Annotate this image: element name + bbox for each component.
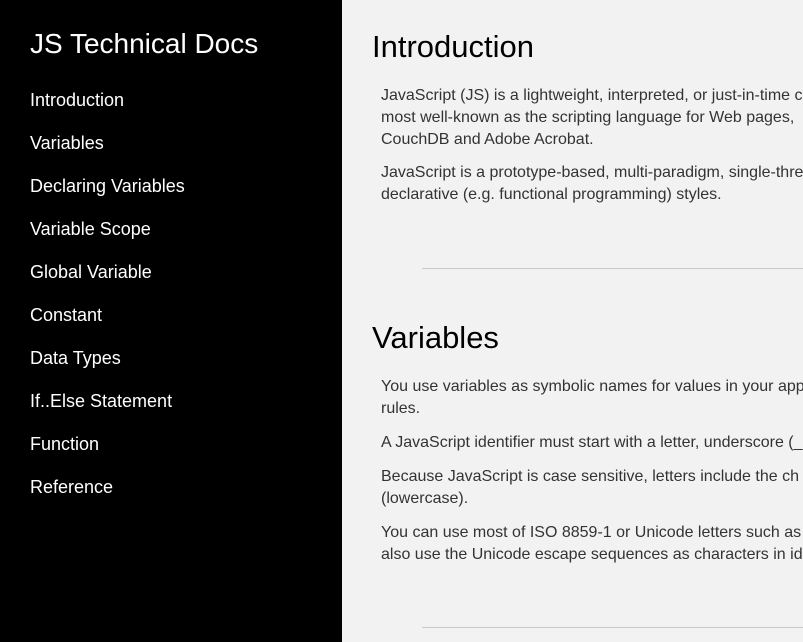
nav-link-function[interactable]: Function — [30, 432, 185, 475]
paragraph-line: JavaScript (JS) is a lightweight, interp… — [381, 87, 803, 104]
paragraph-line: Because JavaScript is case sensitive, le… — [381, 468, 799, 485]
section-paragraph: You use variables as symbolic names for … — [381, 376, 803, 420]
nav-link-introduction[interactable]: Introduction — [30, 88, 185, 131]
paragraph-line: JavaScript is a prototype-based, multi-p… — [381, 164, 803, 181]
section-paragraph: JavaScript (JS) is a lightweight, interp… — [381, 85, 803, 151]
nav-link-reference[interactable]: Reference — [30, 475, 185, 518]
nav-link-if-else-statement[interactable]: If..Else Statement — [30, 389, 185, 432]
paragraph-line: A JavaScript identifier must start with … — [381, 434, 803, 451]
paragraph-line: You can use most of ISO 8859-1 or Unicod… — [381, 524, 802, 541]
section-title: Introduction — [372, 29, 534, 64]
nav-link-data-types[interactable]: Data Types — [30, 346, 185, 389]
section-divider — [422, 627, 803, 628]
nav-link-constant[interactable]: Constant — [30, 303, 185, 346]
nav-link-declaring-variables[interactable]: Declaring Variables — [30, 174, 185, 217]
section-variables: Variables You use variables as symbolic … — [372, 320, 803, 563]
paragraph-line: also use the Unicode escape sequences as… — [381, 546, 803, 563]
nav-title: JS Technical Docs — [30, 28, 259, 59]
section-introduction: Introduction JavaScript (JS) is a lightw… — [372, 29, 803, 203]
main-doc: Introduction JavaScript (JS) is a lightw… — [342, 0, 803, 642]
nav-list: Introduction Variables Declaring Variabl… — [30, 88, 185, 518]
nav-link-global-variable[interactable]: Global Variable — [30, 260, 185, 303]
paragraph-line: rules. — [381, 400, 421, 417]
section-paragraph: Because JavaScript is case sensitive, le… — [381, 466, 803, 510]
paragraph-line: CouchDB and Adobe Acrobat. — [381, 131, 594, 148]
sidebar-navbar: JS Technical Docs Introduction Variables… — [0, 0, 342, 642]
section-paragraph: You can use most of ISO 8859-1 or Unicod… — [381, 522, 803, 566]
paragraph-line: most well-known as the scripting languag… — [381, 109, 795, 126]
paragraph-line: declarative (e.g. functional programming… — [381, 186, 722, 203]
section-paragraph: A JavaScript identifier must start with … — [381, 432, 803, 454]
section-title: Variables — [372, 320, 499, 355]
nav-link-variables[interactable]: Variables — [30, 131, 185, 174]
section-paragraph: JavaScript is a prototype-based, multi-p… — [381, 162, 803, 206]
paragraph-line: (lowercase). — [381, 490, 469, 507]
section-divider — [422, 268, 803, 269]
paragraph-line: You use variables as symbolic names for … — [381, 378, 803, 395]
nav-link-variable-scope[interactable]: Variable Scope — [30, 217, 185, 260]
